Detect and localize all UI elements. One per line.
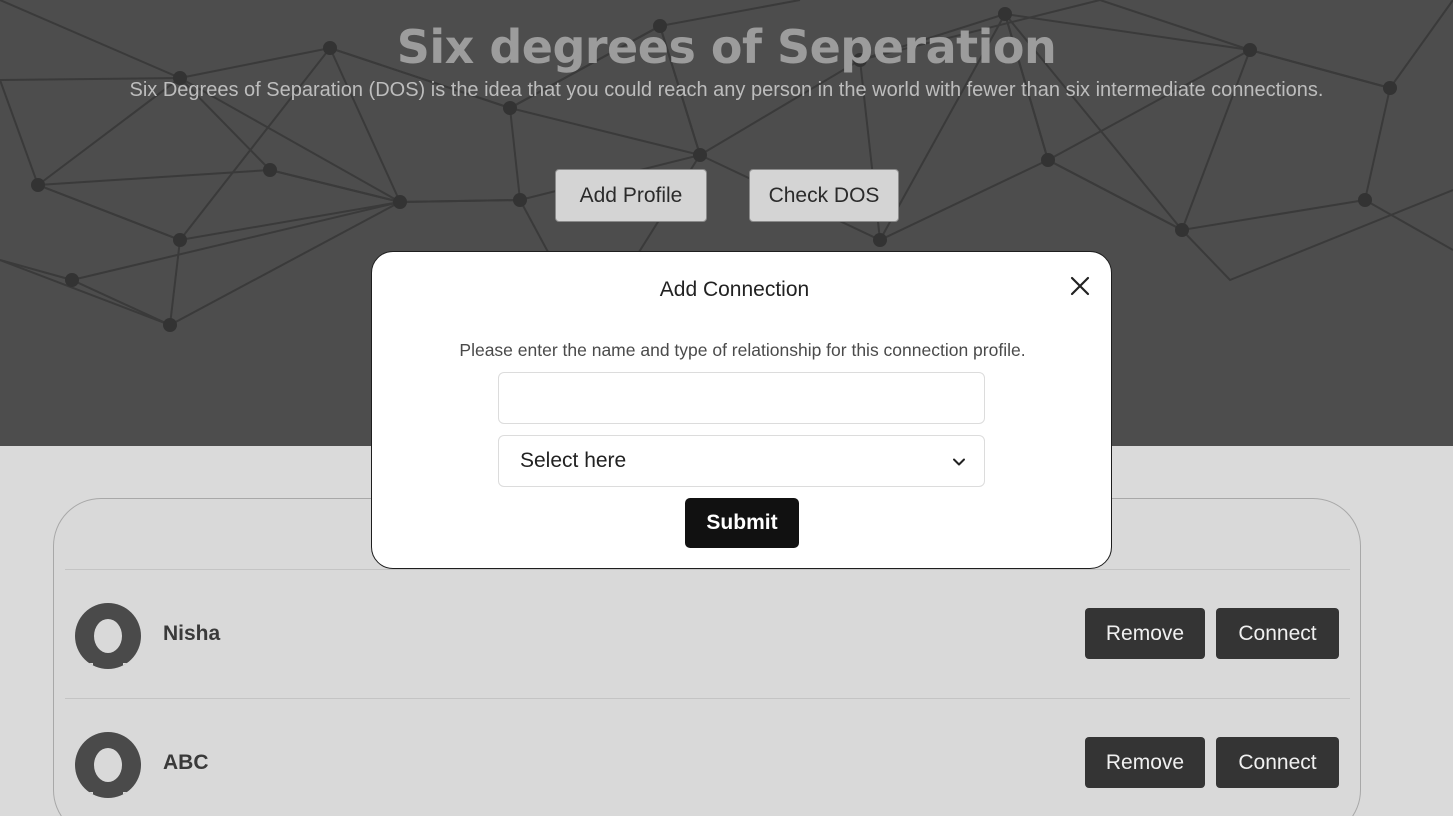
profile-row: Nisha Remove Connect bbox=[65, 569, 1350, 698]
relationship-select-value: Select here bbox=[520, 449, 627, 472]
connect-button[interactable]: Connect bbox=[1216, 608, 1339, 659]
remove-button[interactable]: Remove bbox=[1085, 608, 1205, 659]
chevron-down-icon bbox=[953, 458, 965, 466]
profile-name: Nisha bbox=[163, 622, 221, 645]
avatar-icon bbox=[75, 732, 141, 798]
relationship-select[interactable]: Select here bbox=[498, 435, 985, 487]
avatar-icon bbox=[75, 603, 141, 669]
add-connection-modal: Add Connection Please enter the name and… bbox=[371, 251, 1112, 569]
check-dos-button[interactable]: Check DOS bbox=[749, 169, 899, 222]
profile-name: ABC bbox=[163, 751, 209, 774]
profile-row: ABC Remove Connect bbox=[65, 698, 1350, 816]
close-icon[interactable] bbox=[1068, 274, 1092, 298]
connection-name-input[interactable] bbox=[498, 372, 985, 424]
remove-button[interactable]: Remove bbox=[1085, 737, 1205, 788]
add-profile-button[interactable]: Add Profile bbox=[555, 169, 707, 222]
connect-button[interactable]: Connect bbox=[1216, 737, 1339, 788]
modal-title: Add Connection bbox=[659, 278, 810, 301]
modal-description: Please enter the name and type of relati… bbox=[459, 340, 1026, 360]
page-subtitle: Six Degrees of Separation (DOS) is the i… bbox=[129, 79, 1324, 101]
submit-button[interactable]: Submit bbox=[685, 498, 799, 548]
page-title: Six degrees of Seperation bbox=[396, 20, 1057, 74]
